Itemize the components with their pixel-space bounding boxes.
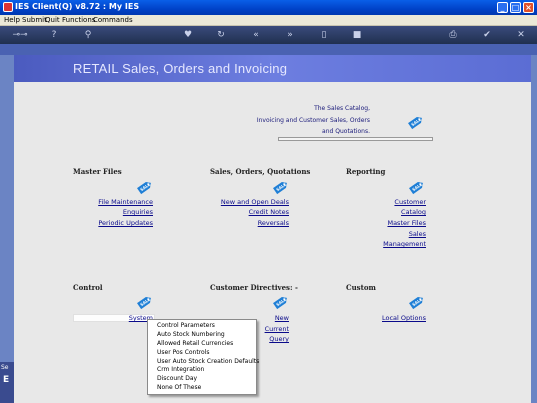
heading-custom: Custom: [346, 283, 376, 292]
system-dropdown-menu: Control Parameters Auto Stock Numbering …: [147, 319, 259, 395]
main-panel: RETAIL Sales, Orders and Invoicing The S…: [14, 55, 531, 403]
sale-tag-icon: SALE: [137, 181, 152, 195]
link-reversals[interactable]: Reversals: [258, 219, 289, 227]
menu-functions[interactable]: Functions: [62, 16, 95, 24]
link-query[interactable]: Query: [269, 335, 289, 343]
close-button[interactable]: ×: [523, 2, 534, 13]
sale-tag-icon: SALE: [409, 181, 424, 195]
rewind-icon[interactable]: «: [250, 29, 262, 41]
close-icon[interactable]: ✕: [515, 29, 527, 41]
menu-item-control-parameters[interactable]: Control Parameters: [148, 322, 256, 331]
toolbar: ⊸⊸ ? ⚲ ♥ ↻ « » ▯ ■ ⎙ ✔ ✕: [0, 26, 537, 44]
side-stub-label: Se: [1, 364, 9, 371]
menu-item-allowed-retail-currencies[interactable]: Allowed Retail Currencies: [148, 340, 256, 349]
link-new-open-deals[interactable]: New and Open Deals: [221, 198, 289, 206]
link-new[interactable]: New: [275, 314, 289, 322]
menu-item-user-auto-stock-creation-defaults[interactable]: User Auto Stock Creation Defaults: [148, 358, 259, 367]
help-icon[interactable]: ?: [48, 29, 60, 41]
sale-tag-icon: SALE: [408, 116, 423, 130]
header-strip: [0, 44, 537, 55]
key-icon[interactable]: ⊸⊸: [10, 29, 30, 41]
sale-tag-icon: SALE: [273, 181, 288, 195]
menu-submit[interactable]: Submit: [22, 16, 47, 24]
link-sales[interactable]: Sales: [409, 230, 426, 238]
menu-item-auto-stock-numbering[interactable]: Auto Stock Numbering: [148, 331, 256, 340]
menu-quit[interactable]: Quit: [45, 16, 60, 24]
menu-item-crm-integration[interactable]: Crm Integration: [148, 366, 256, 375]
link-credit-notes[interactable]: Credit Notes: [249, 208, 289, 216]
heading-reporting: Reporting: [346, 167, 386, 176]
heart-icon[interactable]: ♥: [182, 29, 194, 41]
description-line: The Sales Catalog,: [314, 105, 370, 112]
link-periodic-updates[interactable]: Periodic Updates: [98, 219, 153, 227]
description-line: Invoicing and Customer Sales, Orders: [256, 116, 370, 124]
forward-icon[interactable]: »: [284, 29, 296, 41]
sale-tag-icon: SALE: [273, 296, 288, 310]
page-title: RETAIL Sales, Orders and Invoicing: [73, 61, 288, 76]
refresh-icon[interactable]: ↻: [215, 29, 227, 41]
link-file-maintenance[interactable]: File Maintenance: [98, 198, 153, 206]
side-panel-stub: Se E: [0, 362, 14, 403]
link-customer[interactable]: Customer: [394, 198, 426, 206]
maximize-button[interactable]: □: [510, 2, 521, 13]
link-local-options[interactable]: Local Options: [382, 314, 426, 322]
menu-commands[interactable]: Commands: [93, 16, 133, 24]
document-icon[interactable]: ▯: [318, 29, 330, 41]
check-icon[interactable]: ✔: [481, 29, 493, 41]
heading-control: Control: [73, 283, 103, 292]
link-enquiries[interactable]: Enquiries: [123, 208, 153, 216]
menu-bar: Help Submit Quit Functions Commands: [0, 15, 537, 26]
minimize-button[interactable]: _: [497, 2, 508, 13]
title-bar: IES Client(Q) v8.72 : My IES _ □ ×: [0, 0, 537, 15]
menu-item-user-pos-controls[interactable]: User Pos Controls: [148, 349, 256, 358]
description-line: and Quotations.: [322, 128, 370, 135]
window-title: IES Client(Q) v8.72 : My IES: [15, 2, 140, 11]
side-stub-letter: E: [3, 375, 10, 385]
heading-sales-orders: Sales, Orders, Quotations: [210, 167, 311, 176]
link-catalog[interactable]: Catalog: [401, 208, 426, 216]
print-icon[interactable]: ⎙: [447, 29, 459, 41]
sale-tag-icon: SALE: [409, 296, 424, 310]
description: The Sales Catalog, Invoicing and Custome…: [234, 103, 370, 138]
link-management[interactable]: Management: [383, 240, 426, 248]
menu-item-none-of-these[interactable]: None Of These: [148, 384, 256, 393]
blurb-separator: [278, 137, 433, 141]
menu-item-discount-day[interactable]: Discount Day: [148, 375, 256, 384]
link-current[interactable]: Current: [265, 325, 289, 333]
menu-help[interactable]: Help: [4, 16, 20, 24]
banner: RETAIL Sales, Orders and Invoicing: [14, 55, 531, 82]
search-icon[interactable]: ⚲: [82, 29, 94, 41]
heading-customer-directives: Customer Directives: -: [210, 283, 298, 292]
sale-tag-icon: SALE: [137, 296, 152, 310]
app-icon: [3, 2, 13, 12]
heading-master-files: Master Files: [73, 167, 122, 176]
link-master-files[interactable]: Master Files: [387, 219, 426, 227]
stop-icon[interactable]: ■: [351, 29, 363, 41]
